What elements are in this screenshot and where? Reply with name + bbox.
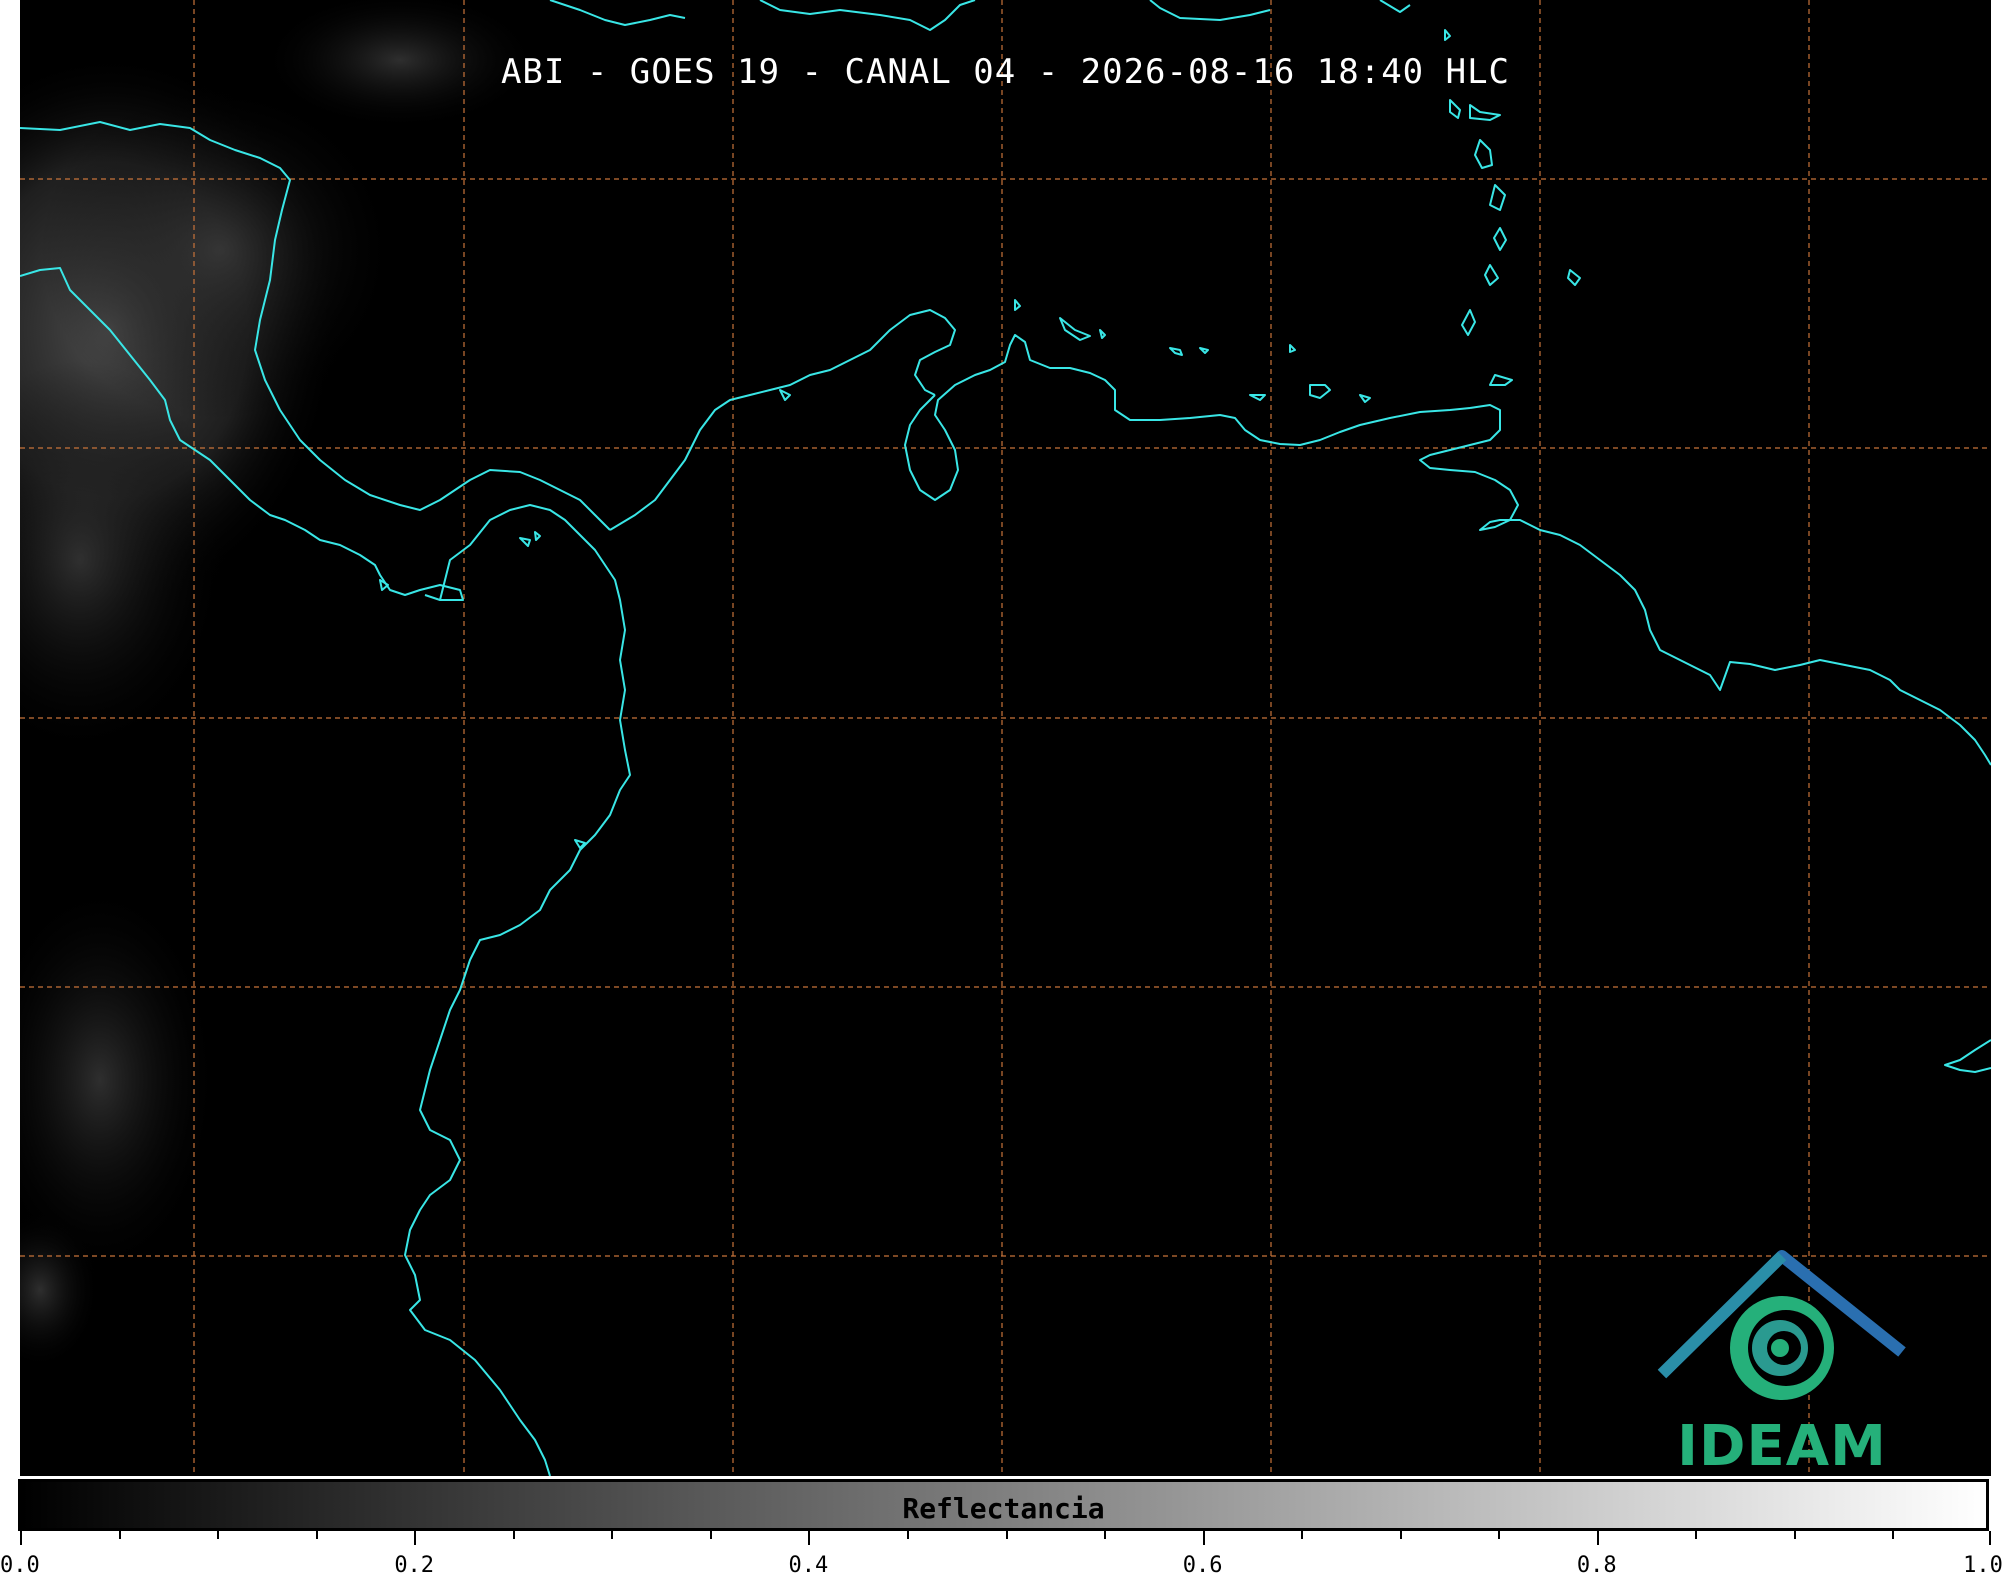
colorbar-major-tick [20,1531,22,1545]
logo: IDEAM [1662,1252,1902,1476]
colorbar-minor-tick [217,1531,220,1539]
colorbar: Reflectancia [18,1479,1989,1531]
colorbar-label: Reflectancia [902,1492,1105,1525]
colorbar-minor-tick [1399,1531,1402,1539]
colorbar-tick-label: 0.4 [788,1553,829,1578]
colorbar-tick-label: 0.6 [1182,1553,1223,1578]
colorbar-tick-label: 1.0 [1963,1553,2003,1578]
colorbar-minor-tick [1301,1531,1304,1539]
colorbar-major-tick [808,1531,811,1545]
colorbar-minor-tick [906,1531,909,1539]
colorbar-major-tick [1596,1531,1599,1545]
colorbar-minor-tick [1793,1531,1796,1539]
cloud-cover [20,0,540,1370]
colorbar-minor-tick [1104,1531,1107,1539]
colorbar-tick-label: 0.8 [1576,1553,1617,1578]
colorbar-tick-label: 0.0 [0,1553,40,1578]
colorbar-ticks: 0.0 0.2 0.4 0.6 0.8 1.0 [0,1531,2003,1578]
colorbar-minor-tick [1892,1531,1895,1539]
colorbar-minor-tick [315,1531,318,1539]
colorbar-major-tick [1989,1531,1991,1545]
colorbar-tick-label: 0.2 [394,1553,435,1578]
logo-text: IDEAM [1677,1414,1887,1476]
colorbar-major-tick [414,1531,417,1545]
colorbar-minor-tick [512,1531,515,1539]
colorbar-major-tick [1202,1531,1205,1545]
colorbar-minor-tick [118,1531,121,1539]
colorbar-minor-tick [1695,1531,1698,1539]
colorbar-minor-tick [611,1531,614,1539]
map-title: ABI - GOES 19 - CANAL 04 - 2026-08-16 18… [500,52,1511,92]
satellite-map: ABI - GOES 19 - CANAL 04 - 2026-08-16 18… [20,0,1991,1476]
colorbar-minor-tick [709,1531,712,1539]
colorbar-minor-tick [1498,1531,1501,1539]
colorbar-minor-tick [1005,1531,1008,1539]
